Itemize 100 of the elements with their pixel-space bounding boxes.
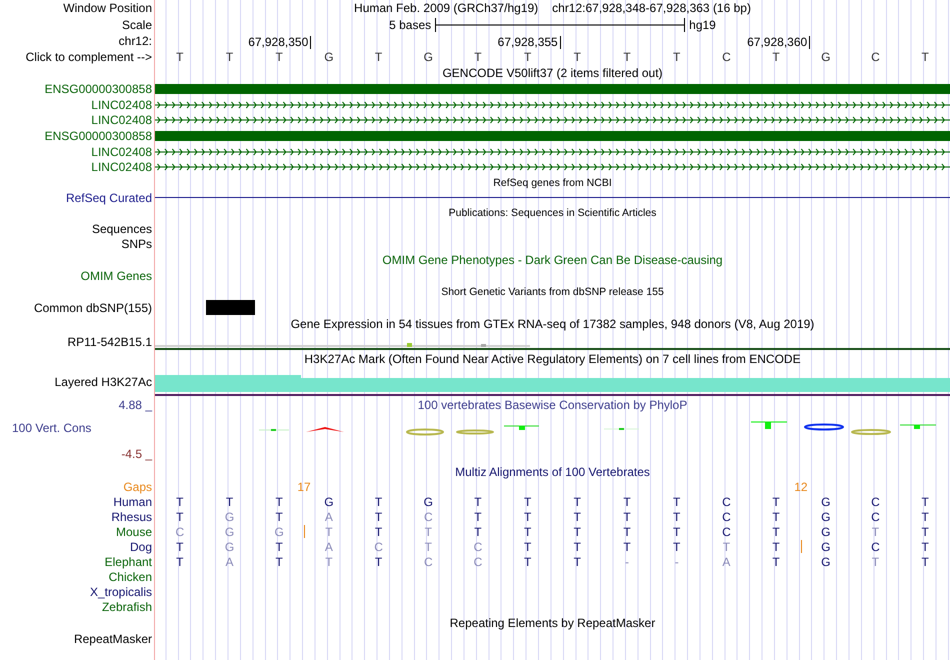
base-letter: T — [474, 494, 482, 509]
base-letter: T — [772, 554, 780, 569]
row-label: chr12: — [118, 34, 152, 48]
base-letter: C — [424, 510, 433, 524]
base-letter: T — [772, 494, 780, 509]
gene-bar[interactable] — [155, 84, 950, 94]
base-letter[interactable]: T — [176, 50, 184, 64]
base-letter: T — [374, 510, 382, 524]
track-title: 100 vertebrates Basewise Conservation by PhyloP — [418, 398, 688, 412]
base-letter: T — [574, 510, 582, 524]
base-letter: T — [921, 524, 929, 539]
gap-count: 17 — [297, 480, 311, 494]
track-title: Multiz Alignments of 100 Vertebrates — [455, 465, 650, 480]
base-letter: C — [424, 554, 433, 569]
track-label[interactable]: RepeatMasker — [74, 632, 152, 646]
base-letter: T — [524, 494, 532, 509]
base-letter: T — [276, 494, 283, 509]
track-title: OMIM Gene Phenotypes - Dark Green Can Be Disease-causing — [382, 252, 723, 267]
base-letter: T — [424, 524, 432, 539]
assembly-title: Human Feb. 2009 (GRCh37/hg19) — [354, 1, 538, 15]
base-letter[interactable]: C — [871, 50, 880, 64]
base-letter[interactable]: T — [474, 50, 482, 64]
base-letter: T — [872, 524, 880, 539]
base-letter: C — [374, 540, 383, 554]
gene-bar[interactable] — [155, 130, 950, 141]
track-label[interactable]: RP11-542B15.1 — [67, 334, 152, 349]
base-letter: T — [176, 540, 184, 554]
base-letter: T — [921, 554, 929, 569]
base-letter: A — [722, 554, 730, 569]
track-title: Gene Expression in 54 tissues from GTEx RNA-seq of 17382 samples, 948 donors (V8, Aug 2019) — [290, 317, 814, 332]
base-letter: T — [574, 554, 582, 569]
scale-length: 5 bases — [389, 18, 432, 32]
scale-assembly: hg19 — [689, 18, 716, 32]
species-label[interactable]: Rhesus — [111, 510, 152, 524]
base-letter: T — [474, 524, 482, 539]
base-letter[interactable]: T — [226, 50, 234, 64]
track-label[interactable]: Layered H3K27Ac — [54, 375, 152, 390]
track-title: Short Genetic Variants from dbSNP release 155 — [441, 286, 664, 298]
track-label[interactable]: Sequences — [92, 222, 152, 236]
species-label[interactable]: Dog — [130, 540, 152, 554]
species-label[interactable]: Mouse — [116, 524, 152, 539]
track-label[interactable]: 100 Vert. Cons — [0, 421, 92, 436]
base-letter: T — [524, 540, 532, 554]
gene-label[interactable]: ENSG00000300858 — [44, 82, 152, 96]
base-letter[interactable]: G — [821, 50, 830, 64]
gene-label[interactable]: LINC02408 — [91, 144, 152, 159]
coordinate-tick: 67,928,350 — [248, 36, 312, 49]
base-letter: C — [871, 540, 880, 554]
species-label[interactable]: Zebrafish — [102, 600, 152, 614]
base-letter[interactable]: T — [524, 50, 532, 64]
base-letter: - — [674, 554, 679, 569]
species-label[interactable]: Elephant — [104, 554, 152, 569]
gene-label[interactable]: LINC02408 — [91, 113, 152, 128]
base-letter: C — [722, 524, 731, 539]
base-letter: T — [524, 524, 532, 539]
base-letter[interactable]: T — [276, 50, 283, 64]
base-letter: T — [673, 510, 680, 524]
gene-label[interactable]: LINC02408 — [91, 98, 152, 112]
base-letter: T — [772, 510, 780, 524]
gene-label[interactable]: ENSG00000300858 — [44, 128, 152, 143]
base-letter[interactable]: T — [673, 50, 680, 64]
base-letter[interactable]: G — [424, 50, 433, 64]
base-letter[interactable]: T — [623, 50, 631, 64]
species-label[interactable]: Chicken — [108, 570, 152, 584]
track-title: GENCODE V50lift37 (2 items filtered out) — [442, 66, 663, 80]
base-letter: A — [324, 540, 333, 554]
complement-link[interactable]: Click to complement --> — [26, 50, 152, 64]
base-letter[interactable]: C — [722, 50, 731, 64]
base-letter[interactable]: T — [574, 50, 582, 64]
species-label[interactable]: Human — [113, 494, 152, 509]
track-label[interactable]: Common dbSNP(155) — [34, 300, 152, 315]
base-letter: G — [274, 524, 284, 539]
base-letter: T — [574, 494, 582, 509]
base-letter[interactable]: G — [324, 50, 334, 64]
base-letter: T — [176, 510, 184, 524]
gap-count: 12 — [794, 480, 808, 494]
gene-label[interactable]: LINC02408 — [91, 160, 152, 174]
base-letter[interactable]: T — [921, 50, 929, 64]
track-title: Publications: Sequences in Scientific Articles — [448, 207, 656, 220]
base-letter: T — [176, 494, 184, 509]
base-letter: G — [224, 540, 234, 554]
track-label[interactable]: RefSeq Curated — [66, 190, 152, 205]
coordinate-tick: 67,928,355 — [498, 36, 561, 49]
base-letter: C — [722, 494, 731, 509]
base-letter: T — [524, 510, 532, 524]
track-label[interactable]: SNPs — [121, 236, 152, 251]
base-letter: G — [224, 524, 234, 539]
species-label[interactable]: X_tropicalis — [90, 584, 152, 599]
base-letter: T — [872, 554, 880, 569]
track-label[interactable]: OMIM Genes — [80, 268, 152, 283]
gene-line[interactable] — [155, 197, 950, 198]
base-letter: C — [474, 540, 482, 554]
base-letter[interactable]: T — [772, 50, 780, 64]
track-title: RefSeq genes from NCBI — [493, 176, 612, 189]
variant-block[interactable] — [206, 300, 255, 316]
base-letter: G — [821, 540, 830, 554]
base-letter[interactable]: T — [374, 50, 382, 64]
base-letter: T — [772, 524, 780, 539]
base-letter: T — [921, 540, 929, 554]
base-letter: T — [325, 554, 333, 569]
